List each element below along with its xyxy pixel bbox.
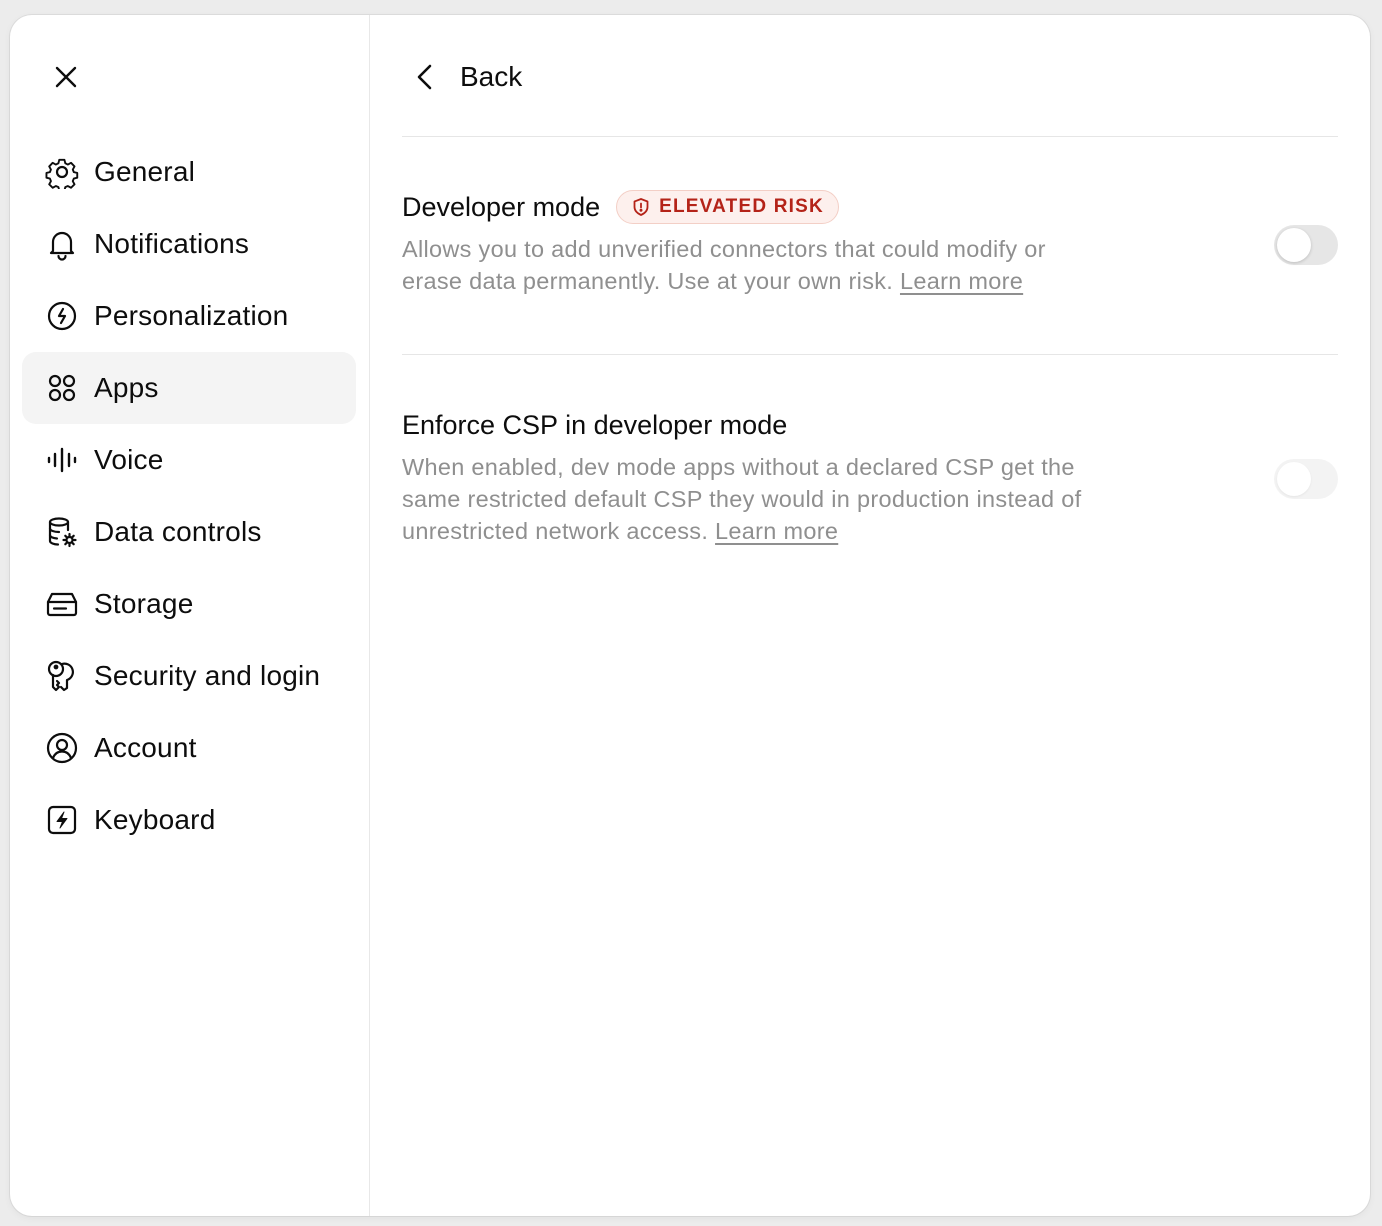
keyboard-bolt-icon (44, 802, 80, 838)
gear-icon (44, 154, 80, 190)
voice-waveform-icon (44, 442, 80, 478)
database-gear-icon (44, 514, 80, 550)
elevated-risk-badge: ELEVATED RISK (616, 190, 839, 224)
sidebar-item-label: Storage (94, 588, 194, 619)
setting-enforce-csp: Enforce CSP in developer mode When enabl… (402, 405, 1338, 547)
sidebar-item-apps[interactable]: Apps (22, 352, 356, 424)
sidebar-item-label: Apps (94, 372, 159, 403)
settings-modal: General Notifications Personalization Ap… (10, 15, 1370, 1216)
back-button[interactable]: Back (402, 53, 522, 101)
sidebar-item-voice[interactable]: Voice (22, 424, 356, 496)
sidebar-item-label: Notifications (94, 228, 250, 259)
personalization-icon (44, 298, 80, 334)
setting-developer-mode: Developer mode ELEVATED RISK Allows you … (402, 187, 1338, 297)
sidebar-item-security-and-login[interactable]: Security and login (22, 640, 356, 712)
storage-drive-icon (44, 586, 80, 622)
sidebar-item-storage[interactable]: Storage (22, 568, 356, 640)
sidebar-item-label: Data controls (94, 516, 262, 547)
bell-icon (44, 226, 80, 262)
close-button[interactable] (46, 57, 86, 97)
setting-title: Enforce CSP in developer mode (402, 409, 788, 440)
settings-nav: General Notifications Personalization Ap… (22, 136, 356, 856)
sidebar-item-label: General (94, 156, 196, 187)
setting-description: When enabled, dev mode apps without a de… (402, 451, 1102, 547)
learn-more-link[interactable]: Learn more (900, 268, 1023, 294)
badge-label: ELEVATED RISK (659, 196, 824, 217)
sidebar-item-keyboard[interactable]: Keyboard (22, 784, 356, 856)
shield-alert-icon (631, 197, 651, 217)
user-circle-icon (44, 730, 80, 766)
sidebar-item-account[interactable]: Account (22, 712, 356, 784)
keys-icon (44, 658, 80, 694)
sidebar-item-label: Security and login (94, 660, 321, 691)
settings-sidebar: General Notifications Personalization Ap… (10, 15, 370, 1216)
enforce-csp-toggle[interactable] (1274, 459, 1338, 499)
toggle-knob (1277, 462, 1311, 496)
setting-title: Developer mode (402, 191, 601, 222)
sidebar-item-label: Voice (94, 444, 164, 475)
toggle-knob (1277, 228, 1311, 262)
divider (402, 136, 1338, 137)
divider (402, 354, 1338, 355)
close-icon (52, 63, 80, 91)
settings-content: Back Developer mode ELEVATED RISK Allows… (402, 15, 1338, 1216)
developer-mode-toggle[interactable] (1274, 225, 1338, 265)
sidebar-item-label: Personalization (94, 300, 289, 331)
learn-more-link[interactable]: Learn more (715, 518, 838, 544)
sidebar-item-label: Account (94, 732, 197, 763)
setting-description: Allows you to add unverified connectors … (402, 233, 1102, 297)
sidebar-item-data-controls[interactable]: Data controls (22, 496, 356, 568)
apps-grid-icon (44, 370, 80, 406)
sidebar-item-personalization[interactable]: Personalization (22, 280, 356, 352)
sidebar-item-notifications[interactable]: Notifications (22, 208, 356, 280)
sidebar-item-label: Keyboard (94, 804, 216, 835)
chevron-left-icon (402, 53, 450, 101)
sidebar-item-general[interactable]: General (22, 136, 356, 208)
back-label: Back (460, 61, 523, 92)
